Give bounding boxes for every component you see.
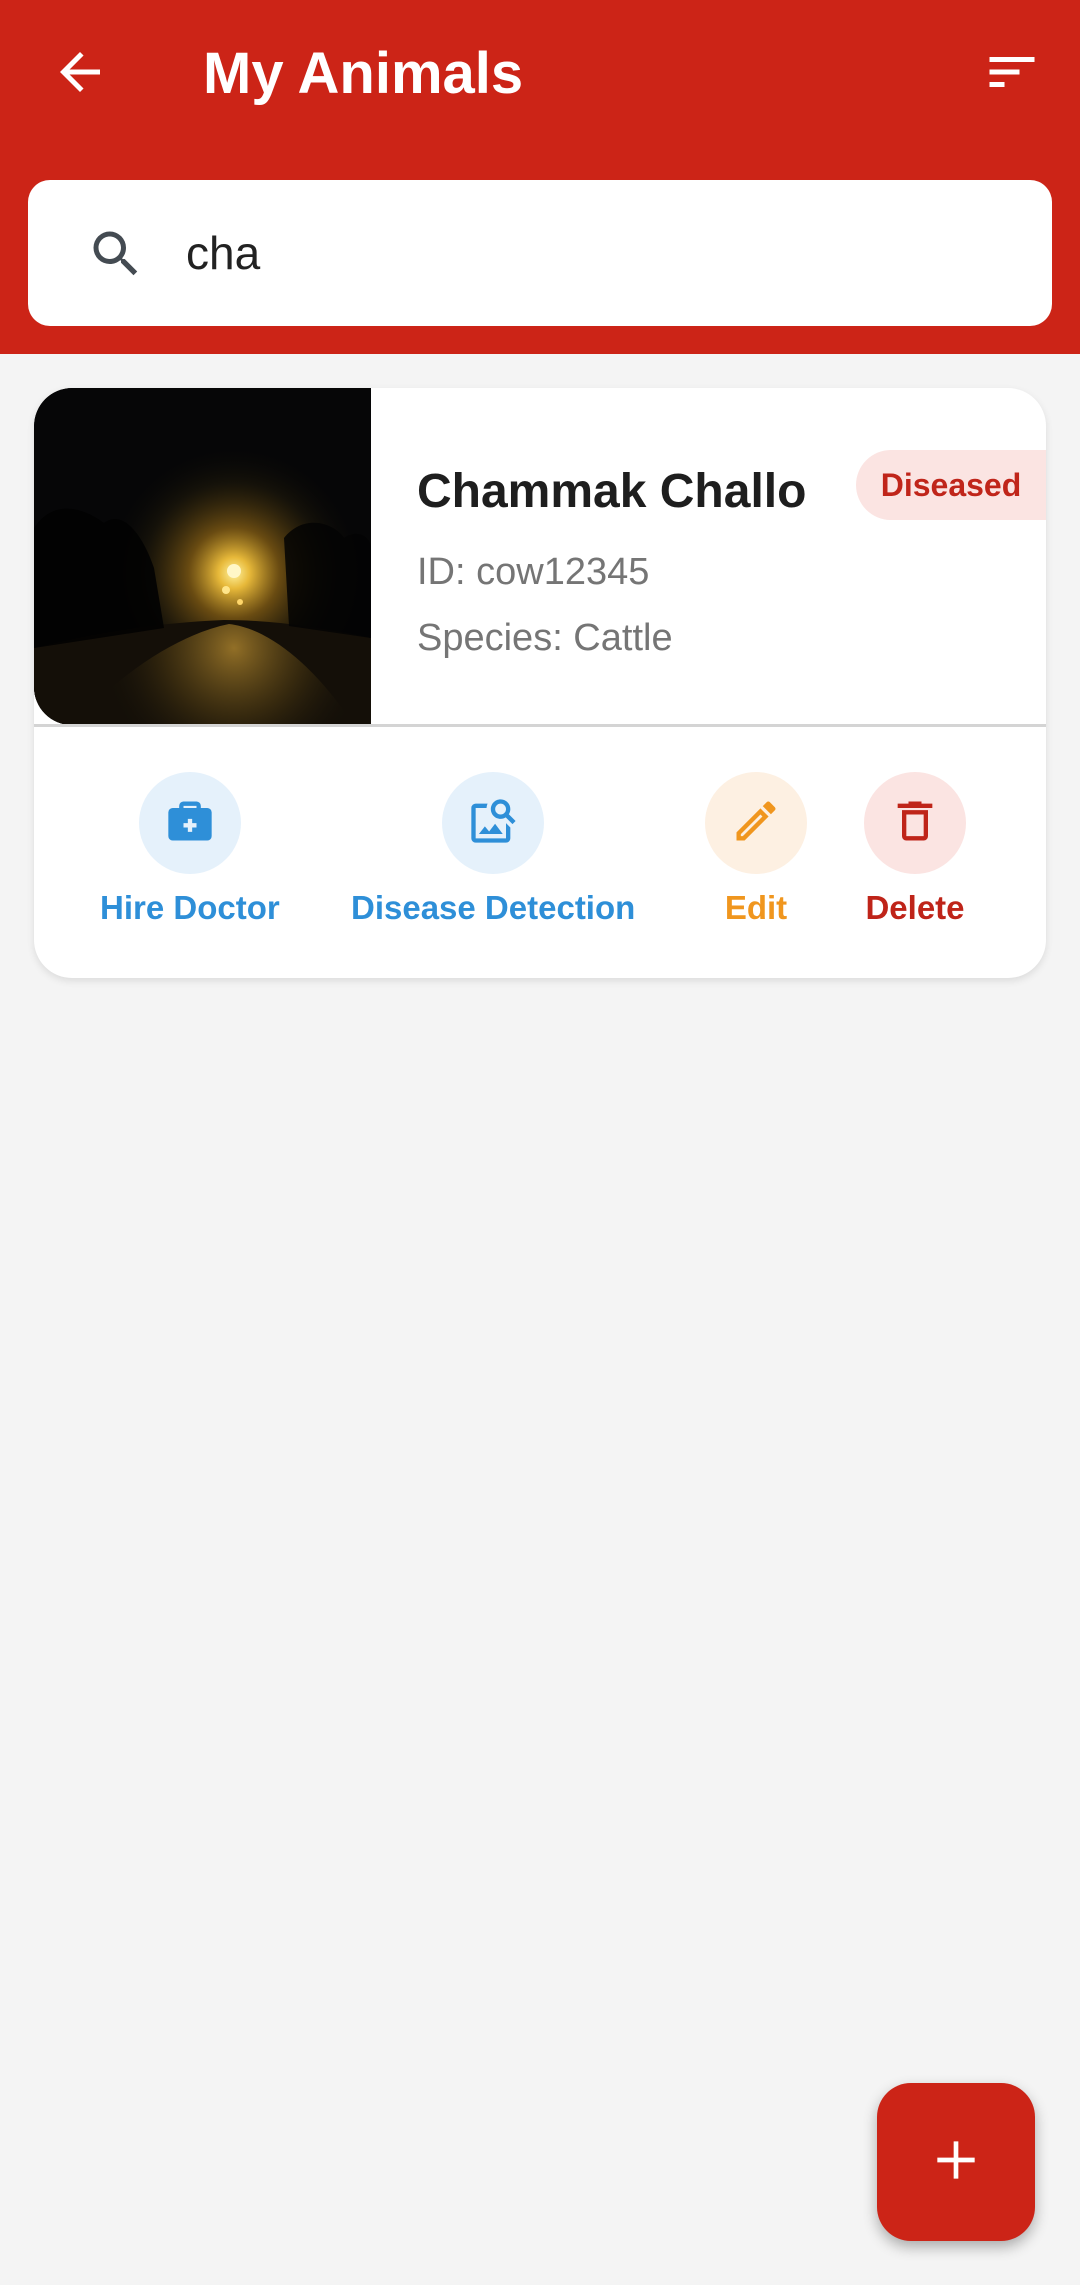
plus-icon	[928, 2132, 984, 2193]
animal-id: ID: cow12345	[417, 551, 650, 593]
edit-button[interactable]: Edit	[705, 772, 807, 928]
delete-button[interactable]: Delete	[864, 772, 966, 928]
edit-label: Edit	[724, 889, 788, 926]
disease-detection-icon-circle	[442, 772, 545, 874]
edit-icon-circle	[705, 772, 807, 874]
search-icon	[86, 224, 146, 284]
animal-name: Chammak Challo	[417, 465, 807, 518]
add-animal-button[interactable]	[877, 2083, 1035, 2241]
search-bar	[28, 180, 1052, 326]
hire-doctor-icon-circle	[138, 772, 241, 874]
night-street-photo	[34, 388, 371, 725]
medical-bag-icon	[164, 795, 216, 852]
arrow-left-icon	[50, 42, 110, 107]
delete-label: Delete	[865, 889, 965, 926]
trash-icon	[889, 795, 941, 852]
hire-doctor-button[interactable]: Hire Doctor	[100, 772, 280, 928]
app-bar: My Animals	[0, 0, 1080, 354]
back-button[interactable]	[42, 36, 118, 112]
animal-card[interactable]: Chammak Challo Diseased ID: cow12345 Spe…	[34, 388, 1046, 978]
hire-doctor-label: Hire Doctor	[100, 889, 280, 926]
card-divider	[34, 724, 1046, 727]
status-badge: Diseased	[856, 450, 1046, 520]
disease-detection-button[interactable]: Disease Detection	[351, 772, 635, 928]
search-input[interactable]	[186, 208, 1006, 298]
disease-detection-label: Disease Detection	[351, 889, 636, 926]
animal-species: Species: Cattle	[417, 617, 673, 659]
page-title: My Animals	[203, 41, 524, 106]
pencil-icon	[730, 795, 782, 852]
sort-filter-icon	[982, 42, 1042, 107]
image-search-icon	[467, 795, 519, 852]
filter-button[interactable]	[970, 36, 1054, 112]
delete-icon-circle	[864, 772, 966, 874]
